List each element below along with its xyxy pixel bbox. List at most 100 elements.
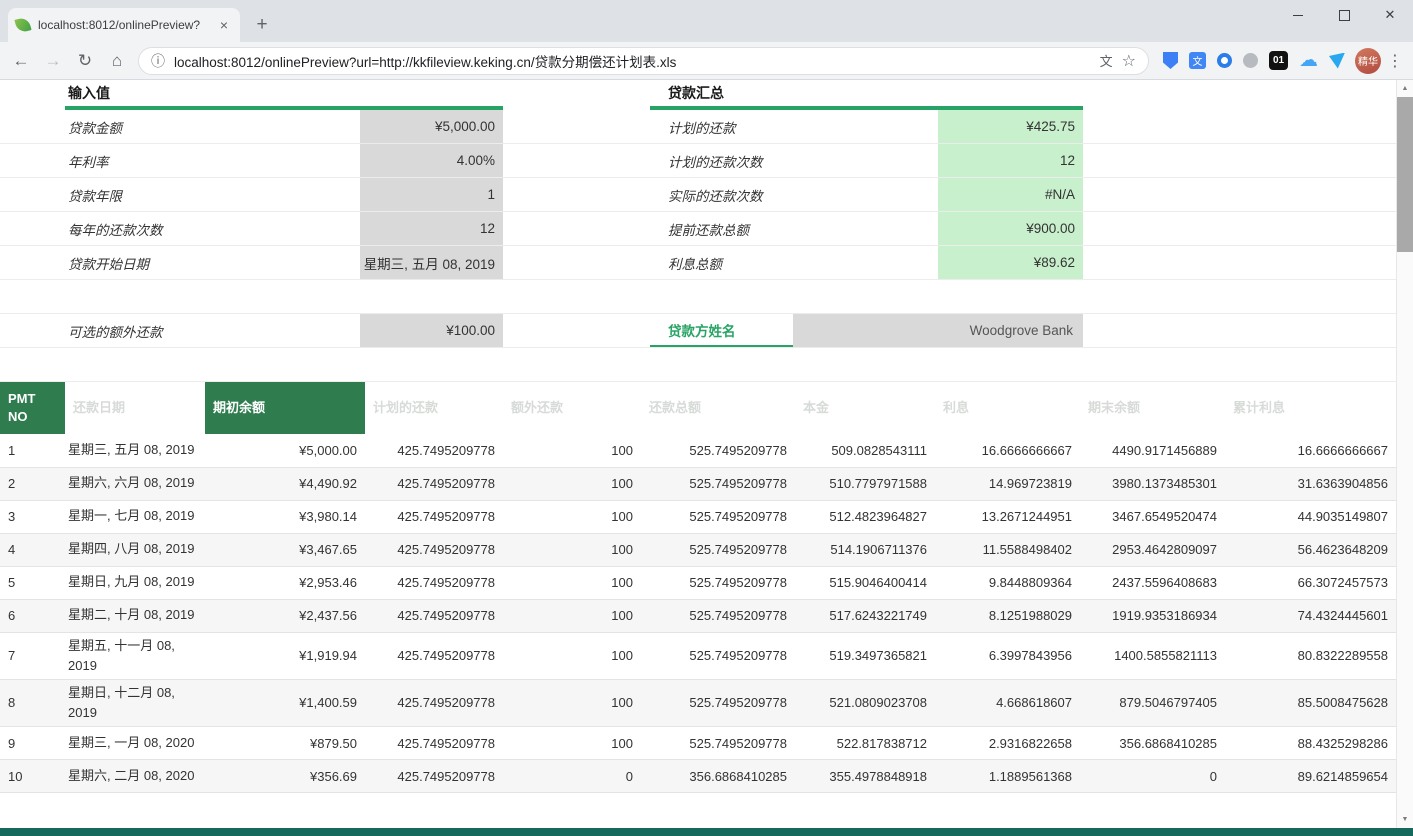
summary-value: ¥89.62 bbox=[938, 246, 1083, 279]
cell-ending-balance: 2953.4642809097 bbox=[1080, 533, 1225, 566]
cell-total-payment: 525.7495209778 bbox=[641, 500, 795, 533]
cell-interest: 11.5588498402 bbox=[935, 533, 1080, 566]
scroll-up-icon[interactable]: ▲ bbox=[1397, 80, 1413, 97]
cell-principal: 510.7797971588 bbox=[795, 467, 935, 500]
cell-extra-payment: 100 bbox=[503, 599, 641, 632]
cell-scheduled-payment: 425.7495209778 bbox=[365, 727, 503, 760]
header-due-date: 还款日期 bbox=[65, 382, 205, 434]
bird-extension-icon[interactable] bbox=[1329, 53, 1345, 69]
cell-ending-balance: 1919.9353186934 bbox=[1080, 599, 1225, 632]
input-value: ¥5,000.00 bbox=[360, 110, 503, 143]
profile-avatar[interactable]: 精华 bbox=[1355, 48, 1381, 74]
window-close-button[interactable]: ✕ bbox=[1367, 0, 1413, 30]
lender-name-label: 贷款方姓名 bbox=[650, 314, 793, 347]
cell-cumulative-interest: 80.8322289558 bbox=[1225, 632, 1396, 679]
cell-principal: 519.3497365821 bbox=[795, 632, 935, 679]
onetab-extension-icon[interactable]: 01 bbox=[1269, 51, 1288, 70]
translate-icon[interactable]: 文 bbox=[1100, 51, 1113, 70]
empty-row bbox=[0, 348, 1396, 382]
window-minimize-button[interactable] bbox=[1275, 0, 1321, 30]
summary-label: 计划的还款 bbox=[650, 110, 938, 143]
table-row: 2 星期六, 六月 08, 2019 ¥4,490.92 425.7495209… bbox=[0, 467, 1396, 500]
cell-cumulative-interest: 89.6214859654 bbox=[1225, 760, 1396, 793]
cell-beginning-balance: ¥3,980.14 bbox=[205, 500, 365, 533]
cell-principal: 509.0828543111 bbox=[795, 434, 935, 467]
gray-extension-icon[interactable] bbox=[1243, 53, 1258, 68]
input-label: 贷款金额 bbox=[65, 110, 360, 143]
cell-ending-balance: 3467.6549520474 bbox=[1080, 500, 1225, 533]
browser-tab[interactable]: localhost:8012/onlinePreview? × bbox=[8, 8, 240, 42]
summary-section-title: 贷款汇总 bbox=[650, 80, 1083, 110]
table-header-row: PMT NO 还款日期 期初余额 计划的还款 额外还款 还款总额 本金 利息 期… bbox=[0, 382, 1396, 434]
cell-beginning-balance: ¥5,000.00 bbox=[205, 434, 365, 467]
cell-extra-payment: 100 bbox=[503, 727, 641, 760]
browser-toolbar: ← → ↻ ⌂ ⓘ localhost:8012/onlinePreview?u… bbox=[0, 42, 1413, 80]
summary-value: ¥900.00 bbox=[938, 212, 1083, 245]
cell-total-payment: 525.7495209778 bbox=[641, 727, 795, 760]
cell-beginning-balance: ¥2,953.46 bbox=[205, 566, 365, 599]
address-bar[interactable]: ⓘ localhost:8012/onlinePreview?url=http:… bbox=[138, 47, 1149, 75]
header-interest: 利息 bbox=[935, 382, 1080, 434]
cell-scheduled-payment: 425.7495209778 bbox=[365, 679, 503, 726]
window-controls: ✕ bbox=[1275, 0, 1413, 30]
cell-interest: 14.969723819 bbox=[935, 467, 1080, 500]
summary-label: 实际的还款次数 bbox=[650, 178, 938, 211]
cell-ending-balance: 356.6868410285 bbox=[1080, 727, 1225, 760]
tab-strip: localhost:8012/onlinePreview? × + ✕ bbox=[0, 0, 1413, 42]
cell-pmt-no: 2 bbox=[0, 467, 65, 500]
cell-ending-balance: 0 bbox=[1080, 760, 1225, 793]
cell-interest: 6.3997843956 bbox=[935, 632, 1080, 679]
cell-ending-balance: 4490.9171456889 bbox=[1080, 434, 1225, 467]
cell-interest: 8.1251988029 bbox=[935, 599, 1080, 632]
cell-due-date: 星期五, 十一月 08, 2019 bbox=[65, 632, 205, 679]
cell-ending-balance: 879.5046797405 bbox=[1080, 679, 1225, 726]
url-text[interactable]: localhost:8012/onlinePreview?url=http://… bbox=[174, 51, 1091, 71]
cell-principal: 514.1906711376 bbox=[795, 533, 935, 566]
new-tab-button[interactable]: + bbox=[248, 11, 276, 39]
cell-principal: 522.817838712 bbox=[795, 727, 935, 760]
reload-button[interactable]: ↻ bbox=[70, 46, 100, 76]
input-label: 贷款年限 bbox=[65, 178, 360, 211]
cell-due-date: 星期六, 二月 08, 2020 bbox=[65, 760, 205, 793]
cloud-extension-icon[interactable]: ☁ bbox=[1299, 49, 1318, 72]
bookmark-star-icon[interactable]: ☆ bbox=[1122, 51, 1136, 71]
cell-scheduled-payment: 425.7495209778 bbox=[365, 599, 503, 632]
cell-pmt-no: 3 bbox=[0, 500, 65, 533]
cell-interest: 4.668618607 bbox=[935, 679, 1080, 726]
input-section-title: 输入值 bbox=[65, 80, 503, 110]
spreadsheet-row: 年利率 4.00% 计划的还款次数 12 bbox=[0, 144, 1396, 178]
shield-extension-icon[interactable] bbox=[1163, 52, 1178, 69]
cell-ending-balance: 3980.1373485301 bbox=[1080, 467, 1225, 500]
table-row: 4 星期四, 八月 08, 2019 ¥3,467.65 425.7495209… bbox=[0, 533, 1396, 566]
browser-menu-icon[interactable]: ⋮ bbox=[1383, 51, 1407, 71]
scrollbar-thumb[interactable] bbox=[1397, 97, 1413, 252]
header-pmt-no: PMT NO bbox=[0, 382, 65, 434]
browser-window: localhost:8012/onlinePreview? × + ✕ ← → … bbox=[0, 0, 1413, 836]
cell-beginning-balance: ¥1,400.59 bbox=[205, 679, 365, 726]
table-row: 3 星期一, 七月 08, 2019 ¥3,980.14 425.7495209… bbox=[0, 500, 1396, 533]
header-beginning-balance: 期初余额 bbox=[205, 382, 365, 434]
spreadsheet: 输入值 贷款汇总 贷款金额 ¥5,000.00 计划的还款 ¥425.75 bbox=[0, 80, 1396, 793]
cell-extra-payment: 100 bbox=[503, 566, 641, 599]
cell-cumulative-interest: 85.5008475628 bbox=[1225, 679, 1396, 726]
summary-label: 计划的还款次数 bbox=[650, 144, 938, 177]
amortization-table-body: 1 星期三, 五月 08, 2019 ¥5,000.00 425.7495209… bbox=[0, 434, 1396, 793]
tab-close-icon[interactable]: × bbox=[216, 17, 232, 33]
vertical-scrollbar[interactable]: ▲ ▼ bbox=[1396, 80, 1413, 828]
page-info-icon[interactable]: ⓘ bbox=[151, 51, 165, 71]
extra-payment-label: 可选的额外还款 bbox=[65, 314, 360, 347]
ring-extension-icon[interactable] bbox=[1217, 53, 1232, 68]
scroll-down-icon[interactable]: ▼ bbox=[1397, 811, 1413, 828]
back-button[interactable]: ← bbox=[6, 46, 36, 76]
cell-due-date: 星期四, 八月 08, 2019 bbox=[65, 533, 205, 566]
cell-beginning-balance: ¥356.69 bbox=[205, 760, 365, 793]
home-button[interactable]: ⌂ bbox=[102, 46, 132, 76]
window-maximize-button[interactable] bbox=[1321, 0, 1367, 30]
cell-total-payment: 525.7495209778 bbox=[641, 679, 795, 726]
forward-button[interactable]: → bbox=[38, 46, 68, 76]
translate-extension-icon[interactable]: 文 bbox=[1189, 52, 1206, 69]
top-rows: 贷款金额 ¥5,000.00 计划的还款 ¥425.75 年利率 4.00% 计… bbox=[0, 110, 1396, 280]
cell-interest: 1.1889561368 bbox=[935, 760, 1080, 793]
table-row: 7 星期五, 十一月 08, 2019 ¥1,919.94 425.749520… bbox=[0, 632, 1396, 679]
summary-label: 提前还款总额 bbox=[650, 212, 938, 245]
